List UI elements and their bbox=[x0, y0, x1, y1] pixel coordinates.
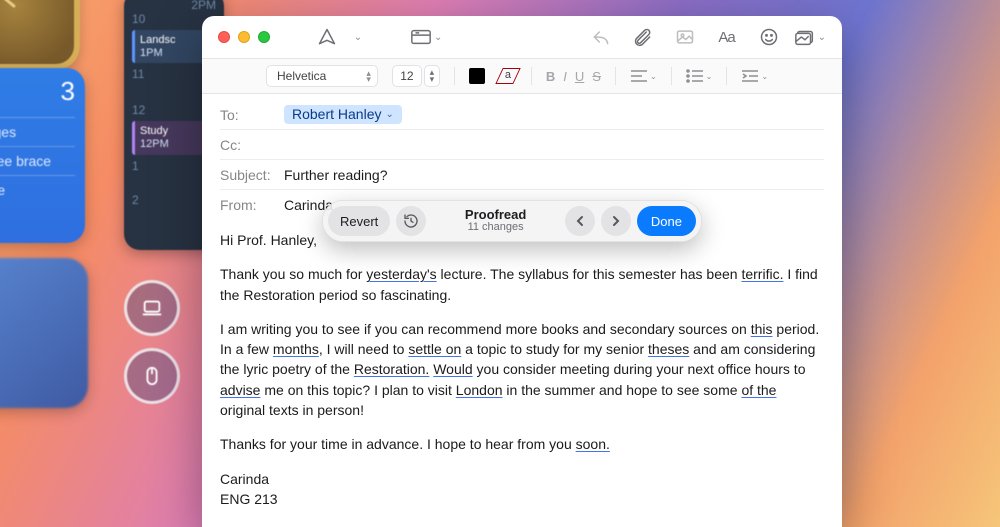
divider bbox=[454, 67, 455, 85]
send-options-chevron-icon[interactable]: ⌄ bbox=[352, 23, 370, 51]
proofread-mark[interactable]: Would bbox=[433, 361, 472, 377]
close-button[interactable] bbox=[218, 31, 230, 43]
emoji-button[interactable] bbox=[752, 23, 786, 51]
revert-button[interactable]: Revert bbox=[328, 206, 390, 236]
proofread-mark[interactable]: this bbox=[751, 321, 773, 337]
minimize-button[interactable] bbox=[238, 31, 250, 43]
proofread-mark[interactable]: London bbox=[456, 382, 503, 398]
chevron-down-icon: ⌄ bbox=[386, 109, 394, 120]
subject-field[interactable] bbox=[284, 167, 824, 183]
popover-status: Proofread 11 changes bbox=[432, 208, 559, 233]
proofread-mark[interactable]: Restoration. bbox=[354, 361, 429, 377]
divider bbox=[531, 67, 532, 85]
bold-button[interactable]: B bbox=[546, 69, 555, 84]
event-title: Landsc bbox=[140, 34, 211, 47]
calendar-hour: 2PM bbox=[132, 0, 216, 12]
to-label: To: bbox=[220, 107, 284, 123]
strike-button[interactable]: S bbox=[592, 69, 601, 84]
proofread-mark[interactable]: settle on bbox=[408, 341, 461, 357]
next-change-button[interactable] bbox=[601, 206, 631, 236]
reminder-item: oft knee brace bbox=[0, 146, 75, 175]
list-button[interactable]: ⌄ bbox=[686, 69, 713, 83]
divider bbox=[671, 67, 672, 85]
insert-photo-button[interactable] bbox=[668, 23, 702, 51]
window-titlebar: ⌄ ⌄ Aa ⌄ bbox=[202, 16, 842, 58]
italic-button[interactable]: I bbox=[563, 69, 567, 84]
mail-compose-window: ⌄ ⌄ Aa ⌄ Helvetica ▴▾ bbox=[202, 16, 842, 527]
event-title: Study bbox=[140, 125, 211, 138]
stepper-arrows-icon[interactable]: ▴▾ bbox=[424, 65, 440, 87]
reminder-item: andages bbox=[0, 117, 75, 146]
body-line: CarindaENG 213 bbox=[220, 469, 824, 510]
control-ring-laptop-icon[interactable] bbox=[124, 280, 180, 336]
event-time: 1PM bbox=[140, 47, 211, 60]
subject-label: Subject: bbox=[220, 167, 284, 183]
history-button[interactable] bbox=[396, 206, 426, 236]
window-controls bbox=[218, 31, 270, 43]
proofread-mark[interactable]: months bbox=[273, 341, 319, 357]
zoom-button[interactable] bbox=[258, 31, 270, 43]
cc-label: Cc: bbox=[220, 137, 284, 153]
font-family-value: Helvetica bbox=[277, 69, 326, 83]
send-button[interactable] bbox=[310, 23, 344, 51]
text-format-button[interactable]: Aa bbox=[710, 23, 744, 51]
cc-field[interactable] bbox=[284, 137, 824, 153]
reminders-widget: macy 3 andages oft knee brace omade bbox=[0, 68, 85, 243]
proofread-mark[interactable]: soon. bbox=[576, 436, 610, 452]
reminders-count: 3 bbox=[61, 76, 75, 107]
prev-change-button[interactable] bbox=[565, 206, 595, 236]
popover-title: Proofread bbox=[432, 208, 559, 222]
text-style-group: B I U S bbox=[546, 69, 601, 84]
recipient-chip[interactable]: Robert Hanley ⌄ bbox=[284, 105, 402, 124]
attach-button[interactable] bbox=[626, 23, 660, 51]
event-time: 12PM bbox=[140, 138, 211, 151]
header-fields-button[interactable]: ⌄ bbox=[410, 28, 442, 46]
alignment-button[interactable]: ⌄ bbox=[630, 69, 657, 83]
underline-button[interactable]: U bbox=[575, 69, 584, 84]
message-body[interactable]: Hi Prof. Hanley, Thank you so much for y… bbox=[202, 224, 842, 527]
body-line: Thank you so much for yesterday's lectur… bbox=[220, 264, 824, 305]
from-label: From: bbox=[220, 197, 284, 213]
proofread-mark[interactable]: advise bbox=[220, 382, 260, 398]
proofread-mark[interactable]: terrific. bbox=[741, 266, 783, 282]
proofread-mark[interactable]: of the bbox=[741, 382, 776, 398]
format-bar: Helvetica ▴▾ 12 ▴▾ B I U S ⌄ ⌄ ⌄ bbox=[202, 58, 842, 94]
desktop-background: macy 3 andages oft knee brace omade 2PM … bbox=[0, 0, 200, 527]
proofread-mark[interactable]: theses bbox=[648, 341, 689, 357]
clock-widget bbox=[0, 0, 80, 70]
indent-button[interactable]: ⌄ bbox=[741, 69, 768, 83]
divider bbox=[615, 67, 616, 85]
background-color-none-icon[interactable] bbox=[499, 68, 517, 84]
proofread-popover: Revert Proofread 11 changes Done bbox=[322, 200, 702, 242]
body-line: Thanks for your time in advance. I hope … bbox=[220, 434, 824, 454]
done-button[interactable]: Done bbox=[637, 206, 696, 236]
control-ring-mouse-icon[interactable] bbox=[124, 348, 180, 404]
photo-widget bbox=[0, 258, 88, 408]
divider bbox=[726, 67, 727, 85]
popover-subtitle: 11 changes bbox=[432, 222, 559, 234]
font-size-value: 12 bbox=[392, 65, 422, 87]
font-family-select[interactable]: Helvetica ▴▾ bbox=[266, 65, 378, 87]
reminder-item: omade bbox=[0, 175, 75, 204]
font-size-stepper[interactable]: 12 ▴▾ bbox=[392, 65, 440, 87]
recipient-name: Robert Hanley bbox=[292, 106, 382, 122]
body-line: I am writing you to see if you can recom… bbox=[220, 319, 824, 420]
reply-button[interactable] bbox=[584, 23, 618, 51]
media-browser-button[interactable]: ⌄ bbox=[794, 28, 826, 46]
proofread-mark[interactable]: yesterday's bbox=[366, 266, 436, 282]
text-color-swatch[interactable] bbox=[469, 68, 485, 84]
